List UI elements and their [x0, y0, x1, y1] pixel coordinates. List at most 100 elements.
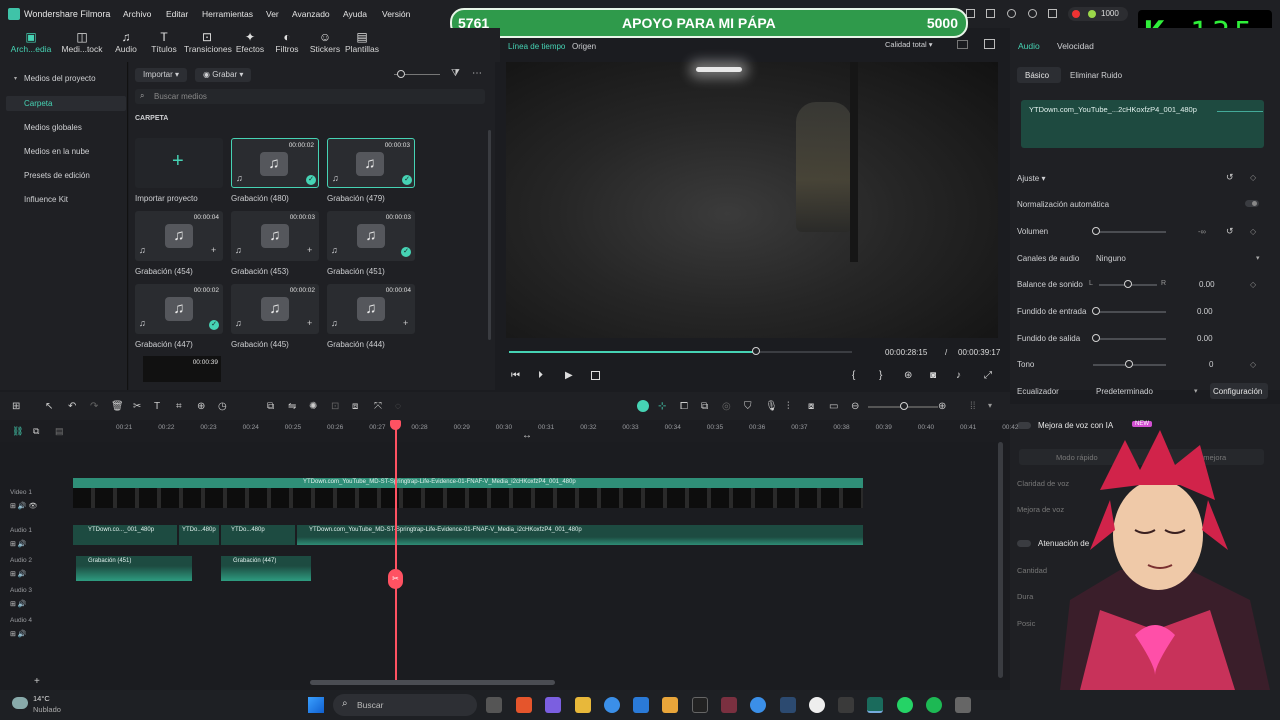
tab-speed[interactable]: Velocidad	[1057, 41, 1094, 51]
speed-icon[interactable]: ◷	[218, 401, 227, 412]
nav-medios-globales[interactable]: Medios globales	[24, 123, 82, 132]
freeze-icon[interactable]: ⧈	[352, 401, 358, 412]
pitch-value[interactable]: 0	[1209, 360, 1213, 369]
chrome-icon[interactable]	[750, 697, 766, 713]
snapshot-icon[interactable]	[984, 39, 995, 49]
media-item[interactable]: 00:00:03 ♫ ♫ ✓	[327, 211, 415, 261]
audio-mixer-icon[interactable]: ⫶	[787, 401, 790, 412]
quality-select[interactable]: Calidad total ▾	[885, 40, 933, 49]
camera-icon[interactable]: ◙	[930, 370, 936, 381]
keyframe-icon[interactable]: ◇	[1250, 227, 1256, 236]
subtitle-icon[interactable]: ▭	[829, 401, 838, 412]
detach-icon[interactable]: ⤧	[374, 401, 382, 412]
menu-ayuda[interactable]: Ayuda	[343, 9, 367, 19]
fade-in-slider[interactable]	[1096, 311, 1166, 313]
nav-medios-proyecto[interactable]: Medios del proyecto	[24, 74, 96, 83]
app-icon[interactable]	[809, 697, 825, 713]
tab-origin[interactable]: Origen	[572, 42, 596, 51]
add-track-plus-icon[interactable]: +	[34, 676, 40, 687]
audio-clip[interactable]: YTDo...480p	[221, 525, 295, 545]
volume-value[interactable]: -∞	[1198, 227, 1206, 236]
nav-carpeta[interactable]: Carpeta	[24, 99, 52, 108]
delete-icon[interactable]: 🗑	[111, 401, 124, 412]
equalizer-select[interactable]: Predeterminado	[1096, 387, 1153, 396]
tool-media-stock[interactable]: ◫ Medi...tock	[59, 30, 105, 54]
audio-clip[interactable]: YTDown.com_YouTube_MD-ST-Springtrap-Life…	[297, 525, 863, 545]
track-layout-icon[interactable]: ▤	[55, 426, 64, 437]
video-thumbnail[interactable]: 00:00:39	[143, 356, 221, 382]
media-item[interactable]: 00:00:04 ♫ ♫ +	[327, 284, 415, 334]
mix-icon[interactable]: ⧉	[701, 401, 708, 412]
shield-icon[interactable]: ⛉	[744, 401, 752, 412]
text-tool-icon[interactable]: T	[154, 401, 160, 412]
add-icon[interactable]: +	[211, 245, 216, 255]
mark-out-icon[interactable]: }	[879, 370, 882, 381]
playhead[interactable]	[395, 420, 397, 680]
layout-icon[interactable]	[957, 40, 968, 49]
media-item[interactable]: 00:00:02 ♫ ♫ ✓	[135, 284, 223, 334]
mic-icon[interactable]: 🎙	[765, 401, 778, 412]
thumbnail-size-knob[interactable]	[397, 70, 405, 78]
cut-icon[interactable]: ✂	[133, 401, 141, 412]
tab-timeline[interactable]: Línea de tiempo	[508, 42, 565, 51]
volume-knob[interactable]	[1092, 227, 1100, 235]
keyframe-icon[interactable]: ◇	[1250, 360, 1256, 369]
record-button[interactable]: ◉ Grabar ▾	[195, 68, 252, 82]
fade-in-knob[interactable]	[1092, 307, 1100, 315]
menu-version[interactable]: Versión	[382, 9, 410, 19]
subtab-noise[interactable]: Eliminar Ruido	[1070, 71, 1122, 80]
grid-icon[interactable]	[1048, 9, 1057, 18]
link-icon[interactable]: ⛓	[12, 426, 23, 437]
app-icon[interactable]	[838, 697, 854, 713]
reset-icon[interactable]: ↺	[1226, 226, 1234, 237]
discord-icon[interactable]	[545, 697, 561, 713]
task-view-icon[interactable]	[486, 697, 502, 713]
add-icon[interactable]: +	[307, 245, 312, 255]
cloud-icon[interactable]	[1007, 9, 1016, 18]
steam-icon[interactable]	[780, 697, 796, 713]
timeline-h-scrollbar[interactable]	[310, 680, 555, 685]
app-icon[interactable]	[633, 697, 649, 713]
filter-icon[interactable]: ⧩	[451, 68, 460, 79]
keyframe-icon[interactable]: ◇	[1250, 173, 1256, 182]
magnet-icon[interactable]: ⊹	[658, 401, 666, 412]
fade-in-value[interactable]: 0.00	[1197, 307, 1213, 316]
reset-icon[interactable]: ↺	[1226, 172, 1234, 183]
import-button[interactable]: Importar ▾	[135, 68, 188, 82]
balance-knob[interactable]	[1124, 280, 1132, 288]
more-icon[interactable]: ⋯	[472, 68, 482, 79]
fade-out-knob[interactable]	[1092, 334, 1100, 342]
split-icon[interactable]: ⇋	[288, 401, 296, 412]
subtab-basic[interactable]: Básico	[1025, 71, 1049, 80]
media-item[interactable]: 00:00:04 ♫ ♫ +	[135, 211, 223, 261]
mask-icon[interactable]: ⊡	[331, 401, 339, 412]
track-controls[interactable]: ⊞ 🔊	[10, 630, 27, 638]
equalizer-config-button[interactable]: Configuración	[1210, 383, 1268, 399]
app-icon[interactable]	[662, 697, 678, 713]
video-preview[interactable]	[506, 62, 998, 338]
stop-icon[interactable]	[591, 371, 600, 380]
whatsapp-icon[interactable]	[897, 697, 913, 713]
tool-transiciones[interactable]: ⊡ Transiciones	[184, 30, 232, 54]
terminal-icon[interactable]	[692, 697, 708, 713]
mark-in-icon[interactable]: {	[852, 370, 855, 381]
settings-icon[interactable]	[1028, 9, 1037, 18]
marker-icon[interactable]: ⧠	[680, 401, 688, 412]
ai-voice-toggle[interactable]	[1017, 422, 1031, 429]
select-tool-icon[interactable]: ↖	[45, 401, 53, 412]
timeline-v-scrollbar[interactable]	[998, 442, 1003, 678]
pitch-knob[interactable]	[1125, 360, 1133, 368]
zoom-out-icon[interactable]: ⊖	[851, 401, 859, 412]
filmora-taskbar-icon[interactable]	[867, 697, 883, 713]
keyframe-icon[interactable]: ◇	[1250, 280, 1256, 289]
menu-archivo[interactable]: Archivo	[123, 9, 151, 19]
attenuation-toggle[interactable]	[1017, 540, 1031, 547]
stabilize-icon[interactable]: ◌	[395, 401, 401, 412]
nav-medios-nube[interactable]: Medios en la nube	[24, 147, 89, 156]
add-icon[interactable]: +	[307, 318, 312, 328]
render-preview-icon[interactable]: ◎	[722, 401, 731, 412]
menu-ver[interactable]: Ver	[266, 9, 279, 19]
nav-influence-kit[interactable]: Influence Kit	[24, 195, 68, 204]
color-icon[interactable]: ✺	[309, 401, 317, 412]
tool-archivos-media[interactable]: ▣ Arch...edia	[8, 30, 54, 54]
